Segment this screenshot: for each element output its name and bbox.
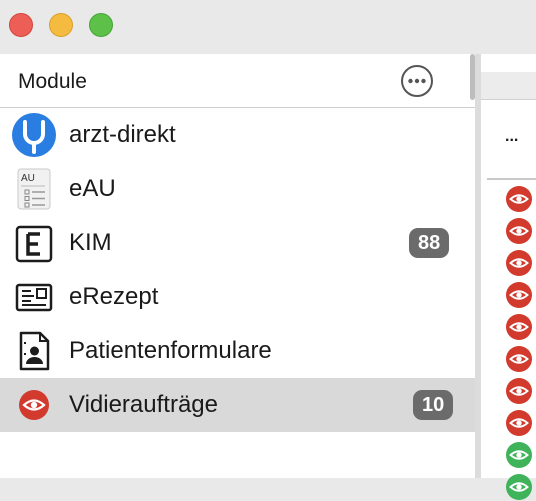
sidebar-item-label: eRezept [69,283,159,310]
column-separator [487,178,536,180]
zoom-window-button[interactable] [89,13,113,37]
sidebar-item-eau[interactable]: AU eAU [0,162,475,216]
sidebar-item-erezept[interactable]: eRezept [0,270,475,324]
ellipsis-circle-icon[interactable] [400,64,434,98]
unread-count-badge: 88 [409,228,450,258]
stethoscope-icon [12,113,56,157]
red-eye-status-icon[interactable] [505,281,533,309]
green-eye-status-icon[interactable] [505,473,533,501]
red-eye-status-icon[interactable] [505,249,533,277]
task-count-badge: 10 [413,390,454,420]
overflow-ellipsis[interactable]: ... [505,128,518,146]
red-eye-status-icon[interactable] [505,409,533,437]
minimize-window-button[interactable] [49,13,73,37]
eau-document-icon: AU [17,168,51,210]
window-titlebar [0,0,536,54]
prescription-icon [15,283,53,312]
detail-pane: ... [481,54,536,500]
eye-icon [19,390,49,420]
red-eye-status-icon[interactable] [505,217,533,245]
svg-text:AU: AU [21,173,35,184]
sidebar-title: Module [18,70,87,93]
sidebar-item-vidierauftraege[interactable]: Vidieraufträge 10 [0,378,475,432]
close-window-button[interactable] [9,13,33,37]
sidebar-item-patientenformulare[interactable]: Patientenformulare [0,324,475,378]
green-eye-status-icon[interactable] [505,441,533,469]
red-eye-status-icon[interactable] [505,313,533,341]
sidebar-header: Module [0,54,475,108]
detail-pane-header [481,72,536,100]
sidebar-item-arzt-direkt[interactable]: arzt-direkt [0,108,475,162]
red-eye-status-icon[interactable] [505,345,533,373]
sidebar-item-kim[interactable]: KIM 88 [0,216,475,270]
red-eye-status-icon[interactable] [505,377,533,405]
sidebar-item-label: eAU [69,175,116,202]
sidebar-item-label: KIM [69,229,112,256]
patient-form-icon [19,331,50,371]
kim-e-icon [15,225,53,263]
module-sidebar: Module arzt-direkt AU eAU KIM 88 eRezept… [0,54,475,478]
sidebar-item-label: arzt-direkt [69,121,176,148]
red-eye-status-icon[interactable] [505,185,533,213]
sidebar-item-label: Patientenformulare [69,337,272,364]
sidebar-item-label: Vidieraufträge [69,391,218,418]
